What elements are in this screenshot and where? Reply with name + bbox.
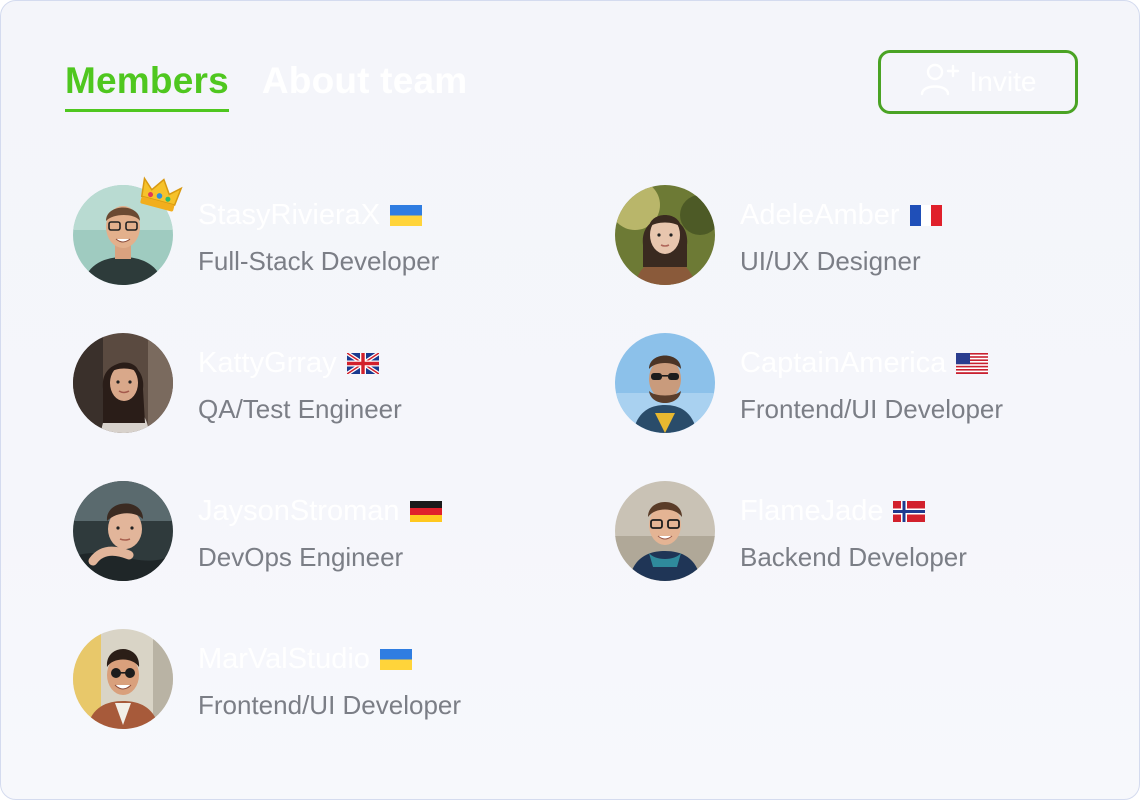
member-name[interactable]: JaysonStroman (198, 493, 400, 529)
member-card[interactable]: FlameJade Backend Developer (615, 481, 1095, 581)
member-role: QA/Test Engineer (198, 394, 402, 424)
member-role: UI/UX Designer (740, 246, 921, 276)
member-name[interactable]: KattyGrray (198, 345, 337, 381)
avatar (615, 481, 715, 581)
tab-bar: Members About team (65, 59, 467, 112)
member-role: Frontend/UI Developer (198, 690, 462, 720)
avatar (615, 185, 715, 285)
invite-button[interactable]: Invite (878, 50, 1078, 114)
germany-flag-icon (409, 500, 442, 522)
member-name[interactable]: CaptainAmerica (740, 345, 946, 381)
member-name[interactable]: StasyRivieraX (198, 197, 380, 233)
invite-label: Invite (969, 66, 1037, 97)
avatar (73, 481, 173, 581)
member-role: Backend Developer (740, 542, 967, 572)
member-name[interactable]: AdeleAmber (740, 197, 900, 233)
norway-flag-icon (893, 500, 926, 522)
ukraine-flag-icon (390, 204, 423, 226)
member-role: DevOps Engineer (198, 542, 404, 572)
uk-flag-icon (346, 352, 379, 374)
avatar (73, 629, 173, 729)
member-name[interactable]: MarValStudio (198, 641, 370, 677)
tab-members[interactable]: Members (65, 59, 229, 112)
member-card[interactable]: JaysonStroman DevOps Engineer (73, 481, 553, 581)
members-panel: Members About team Invite StasyRivieraX … (0, 0, 1140, 800)
member-card[interactable]: AdeleAmber UI/UX Designer (615, 185, 1095, 285)
usa-flag-icon (956, 352, 989, 374)
member-role: Frontend/UI Developer (740, 394, 1004, 424)
member-card[interactable]: MarValStudio Frontend/UI Developer (73, 629, 553, 729)
tab-about-team[interactable]: About team (262, 59, 468, 112)
member-card[interactable]: StasyRivieraX Full-Stack Developer (73, 176, 553, 285)
member-role: Full-Stack Developer (198, 246, 440, 276)
member-card[interactable]: CaptainAmerica Frontend/UI Developer (615, 333, 1095, 433)
avatar (73, 333, 173, 433)
crown-icon (137, 171, 183, 217)
france-flag-icon (909, 204, 942, 226)
avatar (615, 333, 715, 433)
add-user-icon (920, 62, 960, 103)
member-name[interactable]: FlameJade (740, 493, 883, 529)
ukraine-flag-icon (379, 648, 412, 670)
member-card[interactable]: KattyGrray QA/Test Engineer (73, 333, 553, 433)
